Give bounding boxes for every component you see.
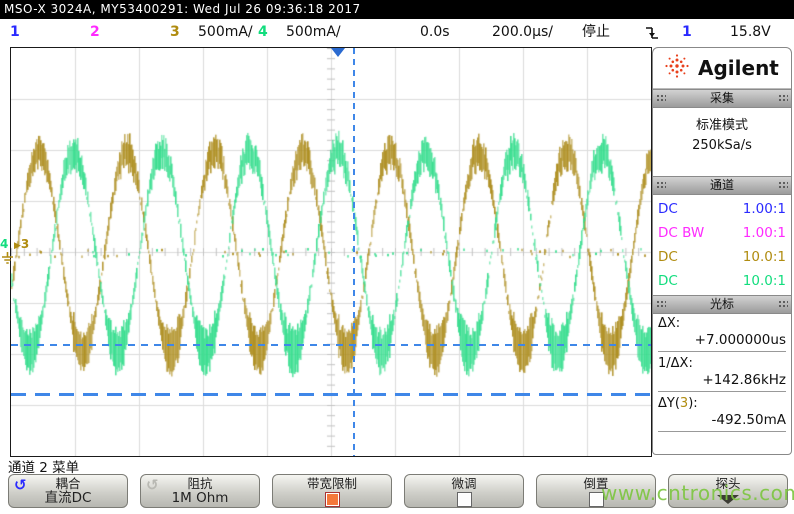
timebase: 200.0µs/ [492,19,553,45]
rotate-knob-icon: ↺ [14,476,27,494]
brand-name: Agilent [698,56,779,80]
run-state: 停止 [582,19,610,45]
title-bar: MSO-X 3024A, MY53400291: Wed Jul 26 09:3… [0,0,794,19]
rotate-knob-icon: ↺ [146,476,159,494]
grip-icon [656,181,666,190]
delta-y-value: -492.50mA [658,412,786,429]
channels-header: 通道 [653,176,791,195]
ch3-number[interactable]: 3 [170,19,180,45]
divider [658,351,786,352]
sample-rate: 250kSa/s [653,136,791,156]
coupling-button[interactable]: ↺ 耦合 直流DC [8,474,128,508]
instrument-title: MSO-X 3024A, MY53400291: Wed Jul 26 09:3… [4,2,361,16]
trigger-source: 1 [682,19,692,45]
edge-falling-trigger-icon [644,19,660,45]
acquisition-panel: 标准模式 250kSa/s [653,108,791,176]
watermark: www.cntronics.com [601,481,794,505]
channel-settings-list: DC 1.00:1 DC BW 1.00:1 DC 10.0:1 DC 10.0… [653,195,791,295]
ground-icon [1,249,14,268]
channel1-row: DC 1.00:1 [658,197,786,221]
ch2-number[interactable]: 2 [90,19,100,45]
cursor-y2-line[interactable] [11,393,651,396]
ch3-scale: 500mA/ [198,19,253,45]
acquisition-header: 采集 [653,89,791,108]
fine-adjust-button[interactable]: 微调 [404,474,524,508]
divider [658,431,786,432]
divider [658,391,786,392]
channel2-row: DC BW 1.00:1 [658,221,786,245]
waveform-display: ▶3 [10,47,652,457]
channel3-row: DC 10.0:1 [658,245,786,269]
delta-y-label: ΔY(3): [658,395,786,412]
grip-icon [778,300,788,309]
grip-icon [656,300,666,309]
inv-delta-x-value: +142.86kHz [658,372,786,389]
cursor-readouts: ΔX: +7.000000us 1/ΔX: +142.86kHz ΔY(3): … [653,314,791,436]
trigger-position-marker[interactable] [331,48,345,57]
agilent-logo-icon [663,52,691,84]
ch3-ground-marker: ▶3 [14,238,29,252]
grip-icon [656,94,666,103]
delta-x-label: ΔX: [658,315,786,332]
delta-x-value: +7.000000us [658,332,786,349]
cursor-y1-line[interactable] [11,344,651,346]
menu-title: 通道 2 菜单 [8,456,79,476]
checkbox-checked-icon [325,492,340,507]
brand-block: Agilent [653,48,791,89]
impedance-button[interactable]: ↺ 阻抗 1M Ohm [140,474,260,508]
channel4-row: DC 10.0:1 [658,269,786,293]
ch4-scale: 500mA/ [286,19,341,45]
ch4-number[interactable]: 4 [258,19,268,45]
status-bar: 1 2 3 500mA/ 4 500mA/ 0.0s 200.0µs/ 停止 1… [0,19,794,46]
cursor-x-line[interactable] [353,48,355,456]
trigger-level: 15.8V [730,19,771,45]
grip-icon [778,181,788,190]
acquisition-mode: 标准模式 [653,116,791,136]
ch1-number[interactable]: 1 [10,19,20,45]
inv-delta-x-label: 1/ΔX: [658,355,786,372]
cursors-header: 光标 [653,295,791,314]
bandwidth-limit-button[interactable]: 带宽限制 [272,474,392,508]
grip-icon [778,94,788,103]
sidebar: Agilent 采集 标准模式 250kSa/s 通道 DC 1.00:1 DC… [652,47,792,455]
time-offset: 0.0s [420,19,450,45]
checkbox-unchecked-icon [457,492,472,507]
